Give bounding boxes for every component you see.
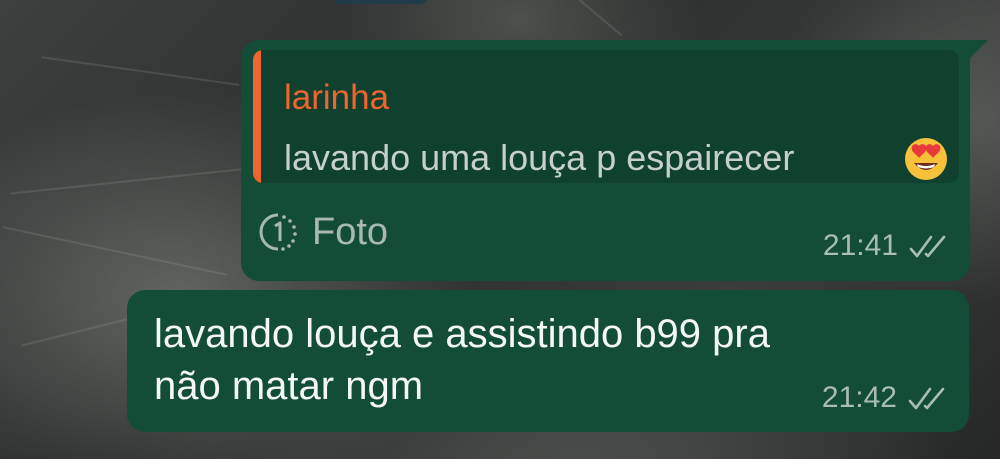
heart-eyes-emoji-icon [905,138,947,180]
wallpaper-detail [40,56,240,86]
media-attachment[interactable]: Foto [258,210,388,254]
wallpaper-detail [10,167,250,195]
wallpaper-detail [2,226,228,276]
view-once-icon [259,213,297,251]
message-line: não matar ngm [154,364,424,408]
message-time: 21:42 [821,381,897,414]
bubble-tail [970,40,988,58]
double-check-icon [908,387,945,410]
message-meta: 21:42 [822,381,949,415]
double-check-icon [909,235,946,258]
message-line: lavando louça e assistindo b99 pra [154,312,770,356]
date-chip [330,0,430,4]
message-text: lavando louça e assistindo b99 pra não m… [154,308,794,412]
wallpaper-detail [21,315,139,347]
quote-text: lavando uma louça p espairecer [284,137,795,178]
message-meta: 21:41 [823,229,950,263]
quote-accent-bar [253,50,261,183]
quoted-message[interactable]: larinha lavando uma louça p espairecer [253,50,959,183]
media-label: Foto [312,211,389,253]
message-time: 21:41 [822,229,898,262]
wallpaper-detail [567,0,623,37]
outgoing-message-bubble[interactable]: lavando louça e assistindo b99 pra não m… [127,290,969,432]
quote-author: larinha [284,78,390,117]
outgoing-message-bubble[interactable]: larinha lavando uma louça p espairecer F… [241,40,988,281]
